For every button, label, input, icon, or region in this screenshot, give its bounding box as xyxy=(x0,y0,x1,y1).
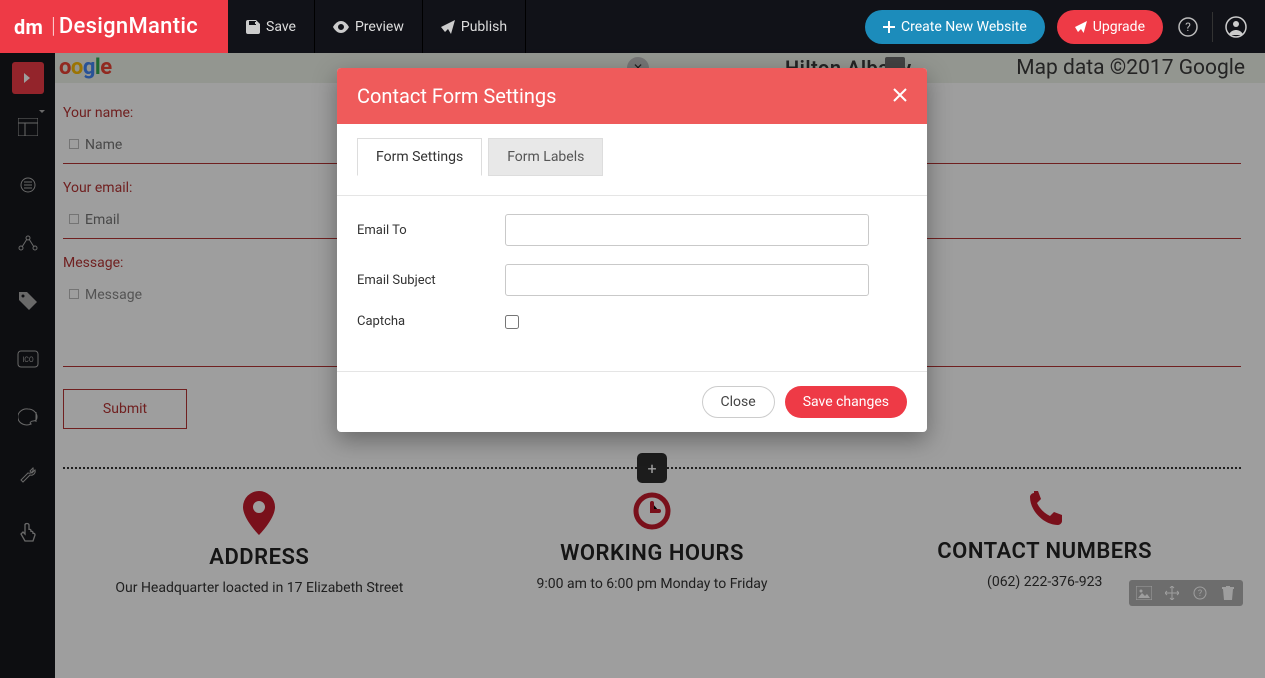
brand-mark-icon: dm xyxy=(14,16,44,38)
eye-icon xyxy=(333,21,349,33)
modal-tabs: Form Settings Form Labels xyxy=(357,138,907,176)
account-button[interactable] xyxy=(1221,12,1251,42)
email-to-label: Email To xyxy=(357,223,505,238)
publish-button[interactable]: Publish xyxy=(423,0,526,53)
tab-form-settings[interactable]: Form Settings xyxy=(357,138,482,176)
save-button[interactable]: Save xyxy=(228,0,315,53)
user-circle-icon xyxy=(1225,16,1247,38)
email-to-input[interactable] xyxy=(505,214,869,246)
help-button[interactable]: ? xyxy=(1173,12,1213,42)
email-subject-label: Email Subject xyxy=(357,273,505,288)
captcha-label: Captcha xyxy=(357,314,505,329)
modal-close-button[interactable] xyxy=(893,86,907,107)
plus-icon xyxy=(883,21,895,33)
brand-logo[interactable]: dm | DesignMantic xyxy=(0,0,228,53)
svg-text:dm: dm xyxy=(14,16,43,38)
topbar: dm | DesignMantic Save Preview Publish C… xyxy=(0,0,1265,53)
preview-button[interactable]: Preview xyxy=(315,0,423,53)
modal-footer: Close Save changes xyxy=(337,371,927,432)
modal-header: Contact Form Settings xyxy=(337,68,927,124)
contact-form-settings-modal: Contact Form Settings Form Settings Form… xyxy=(337,68,927,432)
modal-close-action[interactable]: Close xyxy=(702,386,775,418)
captcha-checkbox[interactable] xyxy=(505,315,519,329)
modal-save-action[interactable]: Save changes xyxy=(785,386,907,418)
paper-plane-icon xyxy=(441,20,455,34)
save-icon xyxy=(246,20,260,34)
upgrade-button[interactable]: Upgrade xyxy=(1057,10,1163,44)
svg-text:?: ? xyxy=(1185,20,1191,34)
modal-title: Contact Form Settings xyxy=(357,84,556,108)
paper-plane-icon xyxy=(1075,21,1087,33)
close-icon xyxy=(893,88,907,102)
create-website-button[interactable]: Create New Website xyxy=(865,10,1045,44)
tab-form-labels[interactable]: Form Labels xyxy=(488,138,603,176)
help-icon: ? xyxy=(1178,17,1198,37)
brand-text: DesignMantic xyxy=(59,14,198,39)
email-subject-input[interactable] xyxy=(505,264,869,296)
